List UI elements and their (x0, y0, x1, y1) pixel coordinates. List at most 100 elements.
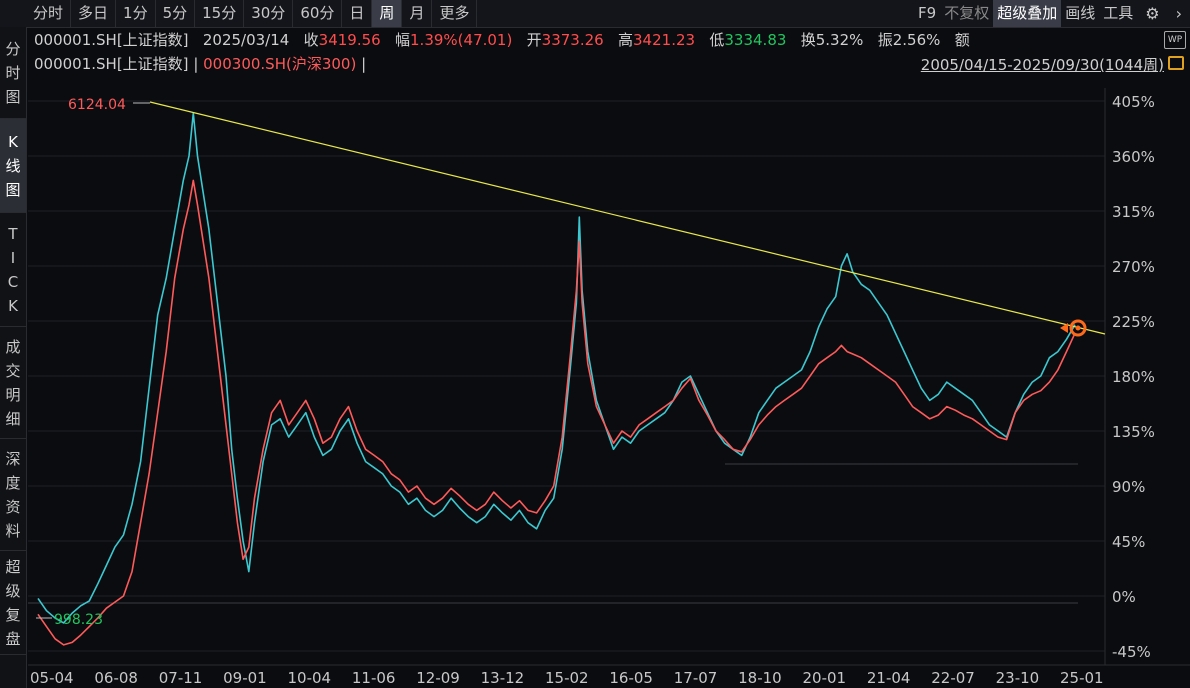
top-toolbar: 分时 多日 1分 5分 15分 30分 60分日周月更多 F9 不复权 超级叠加 画线 工具… (0, 0, 1190, 28)
x-tick-label: 06-08 (94, 669, 138, 687)
nav-char: 交 (5, 361, 21, 380)
separator: | (188, 55, 204, 73)
right-toolbar: F9 不复权 超级叠加 画线 工具 ⚙ › (914, 0, 1190, 27)
super-overlay-button[interactable]: 超级叠加 (993, 0, 1062, 27)
change-label: 幅 (395, 31, 411, 49)
x-tick-label: 09-01 (223, 669, 267, 687)
nav-char: 深 (5, 449, 21, 468)
y-tick-label: 180% (1112, 368, 1155, 386)
x-tick-label: 21-04 (867, 669, 911, 687)
nav-char: 级 (5, 581, 21, 600)
no-restore-button[interactable]: 不复权 (940, 0, 993, 27)
draw-line-button[interactable]: 画线 (1061, 0, 1099, 27)
turnover-label: 换 (800, 31, 816, 49)
close-value: 3419.56 (318, 31, 381, 49)
x-tick-label: 25-01 (1060, 669, 1104, 687)
nav-item-3[interactable]: 成交明细 (0, 327, 26, 439)
nav-char: 资 (5, 497, 21, 516)
x-tick-label: 20-01 (803, 669, 847, 687)
close-label: 收 (303, 31, 319, 49)
series-line-0 (37, 112, 1076, 624)
end-marker-dot (1075, 325, 1081, 331)
period-tabs: 分时 多日 1分 5分 15分 30分 60分日周月更多 (26, 0, 478, 27)
annotations: 6124.04 998.23 (36, 97, 1106, 628)
nav-char: 线 (5, 156, 21, 175)
tab-2[interactable]: 1分 (116, 0, 156, 27)
left-nav: 分时图K线图TICK成交明细深度资料超级复盘 (0, 27, 27, 688)
series-line-1 (37, 179, 1076, 646)
open-value: 3373.26 (541, 31, 604, 49)
tools-button[interactable]: 工具 (1099, 0, 1137, 27)
compare-series-label[interactable]: 000300.SH(沪深300) (203, 55, 356, 73)
tab-8[interactable]: 周 (372, 0, 403, 27)
nav-char: C (7, 272, 19, 291)
end-marker[interactable] (1069, 319, 1087, 337)
tab-7[interactable]: 日 (342, 0, 373, 27)
date-range-link[interactable]: 2005/04/15-2025/09/30(1044周) (921, 54, 1164, 75)
low-value: 3334.83 (724, 31, 787, 49)
x-tick-label: 23-10 (996, 669, 1040, 687)
y-tick-label: -45% (1112, 643, 1151, 661)
gear-icon[interactable]: ⚙ (1137, 0, 1167, 27)
tab-10[interactable]: 更多 (432, 0, 478, 27)
y-tick-label: 270% (1112, 258, 1155, 276)
main-series-label[interactable]: 000001.SH[上证指数] (34, 55, 189, 73)
nav-item-5[interactable]: 超级复盘 (0, 551, 26, 655)
nav-char: 成 (5, 337, 21, 356)
nav-char: 图 (5, 180, 21, 199)
tab-6[interactable]: 60分 (293, 0, 343, 27)
change-value: 1.39%(47.01) (410, 31, 513, 49)
amplitude-value: 2.56% (892, 31, 941, 49)
x-tick-label: 16-05 (609, 669, 653, 687)
nav-char: K (8, 296, 18, 315)
nav-char: 复 (5, 605, 21, 624)
end-marker-arrow (1060, 323, 1068, 333)
nav-char: 细 (5, 409, 21, 428)
turnover-value: 5.32% (815, 31, 864, 49)
separator: | (356, 55, 367, 73)
nav-char: 图 (5, 87, 21, 106)
nav-char: K (8, 132, 18, 151)
low-label: 低 (709, 31, 725, 49)
nav-item-1[interactable]: K线图 (0, 119, 26, 213)
date-label: 2025/03/14 (202, 31, 290, 49)
x-tick-label: 05-04 (30, 669, 74, 687)
y-tick-label: 0% (1112, 588, 1136, 606)
nav-char: 盘 (5, 629, 21, 648)
tab-4[interactable]: 15分 (195, 0, 245, 27)
trendline[interactable] (149, 101, 1106, 335)
y-tick-label: 90% (1112, 478, 1145, 496)
high-value: 3421.23 (633, 31, 696, 49)
y-axis-labels: 405% 360% 315% 270% 225% 180% 135% 90% 45% 0% -45% (1112, 93, 1155, 661)
tab-9[interactable]: 月 (402, 0, 433, 27)
y-tick-label: 315% (1112, 203, 1155, 221)
high-label: 高 (618, 31, 634, 49)
nav-char: 明 (5, 385, 21, 404)
x-tick-label: 18-10 (738, 669, 782, 687)
x-tick-label: 12-09 (416, 669, 460, 687)
nav-char: 度 (5, 473, 21, 492)
tab-0[interactable]: 分时 (26, 0, 72, 27)
tab-1[interactable]: 多日 (71, 0, 117, 27)
x-tick-label: 10-04 (288, 669, 332, 687)
symbol-label: 000001.SH[上证指数] (34, 31, 189, 49)
nav-item-0[interactable]: 分时图 (0, 27, 26, 119)
tab-5[interactable]: 30分 (244, 0, 294, 27)
wp-badge[interactable]: WP (1164, 31, 1186, 49)
x-tick-label: 22-07 (931, 669, 975, 687)
f9-button[interactable]: F9 (914, 0, 940, 27)
nav-char: I (10, 248, 16, 267)
y-tick-label: 360% (1112, 148, 1155, 166)
overlay-line-chart: 405% 360% 315% 270% 225% 180% 135% 90% 45% 0% -45%… (28, 88, 1190, 687)
x-tick-label: 11-06 (352, 669, 396, 687)
open-label: 开 (526, 31, 542, 49)
lock-icon[interactable] (1168, 56, 1184, 70)
chevron-right-icon[interactable]: › (1168, 0, 1190, 27)
amount-label: 额 (954, 31, 970, 49)
x-tick-label: 13-12 (481, 669, 525, 687)
tab-3[interactable]: 5分 (156, 0, 196, 27)
nav-item-2[interactable]: TICK (0, 213, 26, 327)
series-group (37, 112, 1076, 646)
max-annotation: 6124.04 (68, 97, 126, 113)
nav-item-4[interactable]: 深度资料 (0, 439, 26, 551)
